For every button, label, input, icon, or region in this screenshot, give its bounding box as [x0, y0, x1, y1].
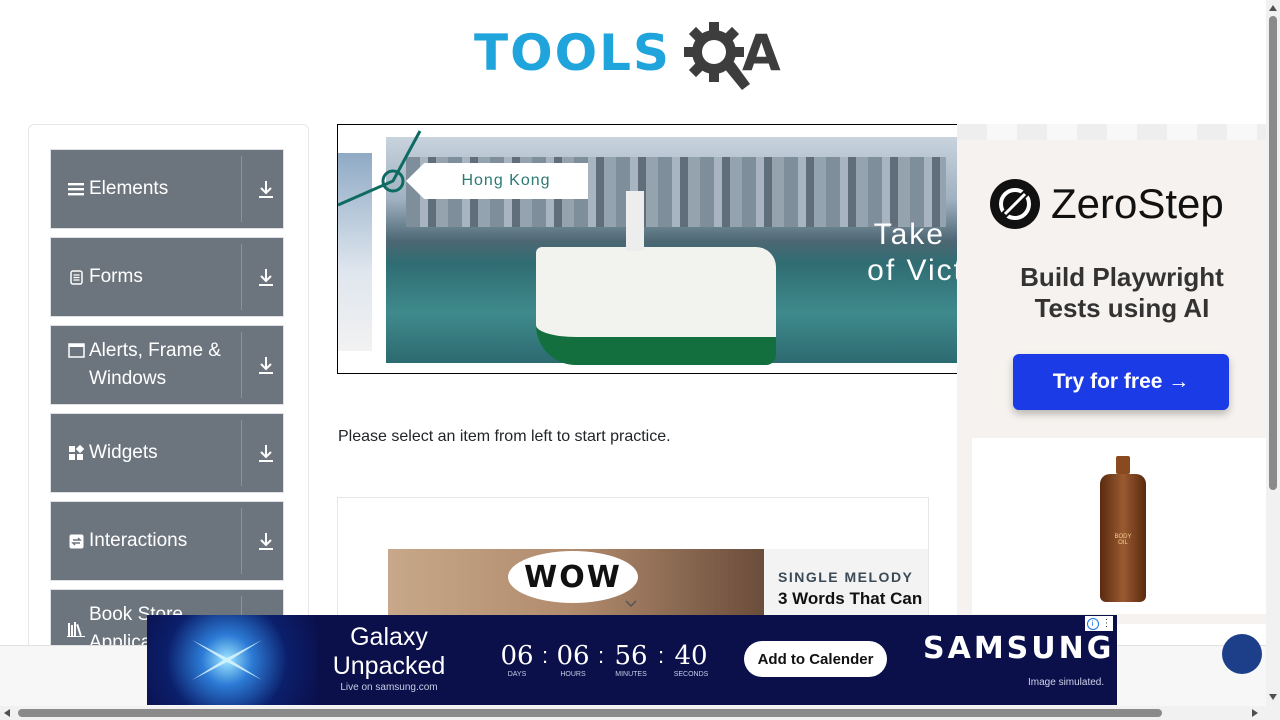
location-label: Hong Kong: [461, 172, 551, 189]
logo-tools-text: TOOLS: [474, 24, 671, 82]
document-icon: [67, 268, 85, 286]
scroll-top-button[interactable]: [1222, 634, 1262, 674]
speech-bubble: WOW: [508, 551, 638, 603]
scroll-up-arrow-icon[interactable]: [1269, 5, 1277, 11]
title-line-2: Unpacked: [332, 652, 446, 680]
menu-icon: [67, 180, 85, 198]
group-elements[interactable]: Elements: [50, 149, 284, 229]
countdown-value: 56: [614, 641, 648, 671]
ad-kicker: SINGLE MELODY: [778, 569, 914, 585]
vertical-scroll-thumb[interactable]: [1269, 16, 1277, 490]
ad-top-strip: [957, 124, 1267, 140]
divider: [241, 244, 242, 310]
ad-disclaimer: Image simulated.: [1028, 677, 1105, 688]
title-line-1: Galaxy: [350, 623, 428, 651]
group-label: Forms: [89, 266, 143, 287]
ad-headline[interactable]: 3 Words That Can Ma: [778, 589, 928, 609]
group-label: Elements: [89, 178, 169, 199]
practice-instruction: Please select an item from left to start…: [338, 428, 671, 445]
countdown-value: 06: [556, 641, 590, 671]
download-icon[interactable]: [257, 266, 275, 288]
window-icon: [67, 341, 85, 359]
countdown: 06 DAYS : 06 HOURS : 56 MINUTES : 40 SEC…: [497, 641, 713, 678]
countdown-colon: :: [657, 643, 665, 668]
download-icon[interactable]: [257, 442, 275, 464]
scroll-down-arrow-icon[interactable]: [1269, 694, 1277, 700]
zerostep-headline: Build Playwright Tests using AI: [957, 262, 1267, 324]
bottle-label: BODY OIL: [1114, 534, 1132, 546]
countdown-unit: MINUTES: [615, 671, 647, 678]
galaxy-title: Galaxy Unpacked Live on samsung.com: [315, 623, 463, 695]
zerostep-name: ZeroStep: [1051, 180, 1224, 227]
headline-line-1: Build Playwright: [1020, 262, 1224, 292]
group-label: Interactions: [89, 530, 188, 551]
countdown-unit: HOURS: [560, 671, 586, 678]
widgets-icon: [67, 444, 85, 462]
countdown-seconds: 40 SECONDS: [669, 641, 713, 678]
horizontal-scrollbar[interactable]: [0, 706, 1280, 720]
countdown-unit: SECONDS: [673, 671, 709, 678]
toolsqa-logo[interactable]: TOOLS A: [470, 14, 800, 94]
countdown-minutes: 56 MINUTES: [609, 641, 653, 678]
download-icon[interactable]: [257, 530, 275, 552]
divider: [241, 420, 242, 486]
countdown-value: 06: [500, 641, 534, 671]
logo-a-text: A: [742, 24, 781, 82]
vertical-scrollbar[interactable]: [1266, 0, 1280, 720]
group-interactions[interactable]: Interactions: [50, 501, 284, 581]
countdown-colon: :: [541, 643, 549, 668]
headline-line-2: Tests using AI: [1034, 293, 1210, 323]
countdown-unit: DAYS: [507, 671, 527, 678]
group-label: Alerts, Frame & Windows: [89, 340, 221, 389]
galaxy-graphic: [147, 615, 317, 705]
title-subtitle: Live on samsung.com: [340, 682, 438, 693]
add-to-calendar-button[interactable]: Add to Calender: [744, 641, 887, 677]
product-ad[interactable]: BODY OIL: [972, 438, 1267, 614]
countdown-colon: :: [597, 643, 605, 668]
info-icon[interactable]: i: [1086, 617, 1099, 630]
divider: [241, 508, 242, 574]
bubble-text: WOW: [524, 559, 622, 595]
banner-tagline: Take i of Vict: [854, 217, 959, 289]
group-label: Widgets: [89, 442, 158, 463]
countdown-days: 06 DAYS: [497, 641, 537, 678]
ferry-boat: [536, 247, 776, 365]
samsung-ad[interactable]: Galaxy Unpacked Live on samsung.com 06 D…: [147, 615, 1117, 705]
scroll-left-arrow-icon[interactable]: [4, 709, 10, 717]
group-forms[interactable]: Forms: [50, 237, 284, 317]
zerostep-logo-icon: [990, 179, 1040, 229]
tagline-line-2: of Vict: [867, 254, 959, 287]
oil-bottle: BODY OIL: [1100, 456, 1146, 604]
countdown-hours: 06 HOURS: [553, 641, 593, 678]
divider: [241, 332, 242, 398]
download-icon[interactable]: [257, 354, 275, 376]
countdown-value: 40: [674, 641, 708, 671]
left-panel: Elements Forms Alerts, Frame & Windows W…: [28, 124, 309, 666]
download-icon[interactable]: [257, 178, 275, 200]
ad-choices[interactable]: i ⋮: [1085, 616, 1113, 631]
interactions-icon: [67, 532, 85, 550]
group-widgets[interactable]: Widgets: [50, 413, 284, 493]
chevron-down-icon: [625, 600, 637, 608]
ferry-funnel: [626, 191, 644, 251]
books-icon: [67, 620, 85, 638]
group-alerts-frame-windows[interactable]: Alerts, Frame & Windows: [50, 325, 284, 405]
tagline-line-1: Take i: [873, 218, 959, 251]
zerostep-ad[interactable]: ZeroStep Build Playwright Tests using AI…: [957, 124, 1267, 624]
zerostep-brand: ZeroStep: [989, 178, 1224, 230]
horizontal-scroll-thumb[interactable]: [18, 709, 1162, 717]
more-options-icon[interactable]: ⋮: [1102, 618, 1112, 629]
samsung-logo: SAMSUNG: [923, 631, 1115, 666]
divider: [241, 156, 242, 222]
try-for-free-button[interactable]: Try for free →: [1013, 354, 1229, 410]
scroll-right-arrow-icon[interactable]: [1252, 709, 1258, 717]
location-tag: Hong Kong: [406, 163, 588, 199]
course-banner[interactable]: Hong Kong Take i of Vict: [337, 124, 959, 374]
